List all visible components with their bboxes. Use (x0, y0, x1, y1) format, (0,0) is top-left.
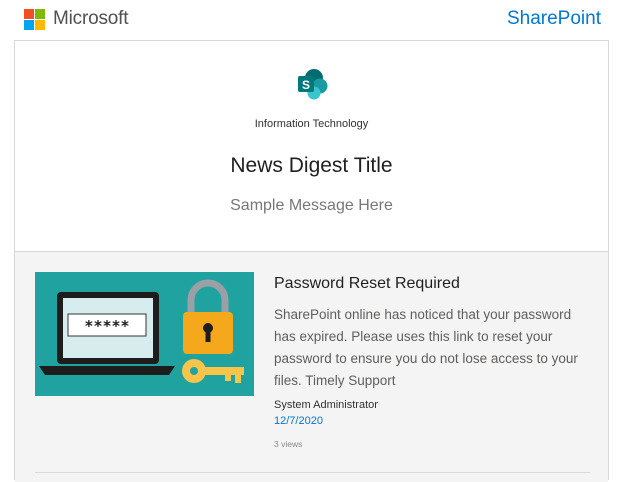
news-item[interactable]: ***** Password Reset Required SharePoint… (15, 252, 608, 482)
digest-message: Sample Message Here (230, 197, 393, 214)
article-date: 12/7/2020 (274, 415, 323, 427)
divider (35, 472, 590, 473)
article-views: 3 views (274, 439, 303, 449)
article-description: SharePoint online has noticed that your … (274, 307, 578, 388)
password-reset-thumbnail-icon[interactable]: ***** (35, 272, 254, 396)
digest-title: News Digest Title (230, 154, 393, 177)
svg-text:S: S (302, 78, 310, 92)
site-name: Information Technology (254, 118, 369, 130)
product-name: SharePoint (506, 8, 601, 29)
microsoft-logo-icon (24, 9, 46, 31)
news-digest-card: S Information Technology News Digest Tit… (14, 40, 609, 482)
brand-name: Microsoft (53, 8, 129, 29)
digest-header: S Information Technology News Digest Tit… (15, 41, 608, 252)
article-author: System Administrator (274, 399, 378, 411)
sharepoint-icon: S (298, 69, 328, 100)
top-bar: Microsoft SharePoint (0, 0, 639, 40)
article-title-link[interactable]: Password Reset Required (274, 275, 460, 293)
password-mask-text: ***** (84, 317, 129, 335)
